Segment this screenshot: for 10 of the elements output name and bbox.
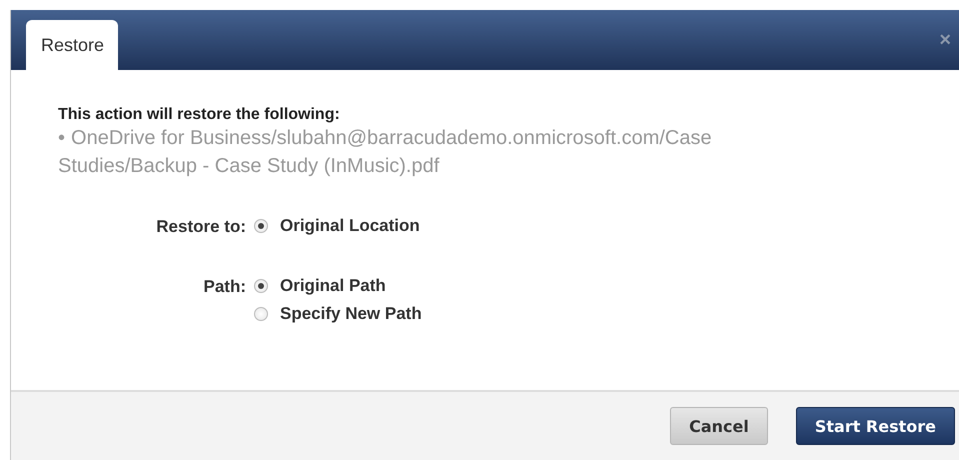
radio-option[interactable]: Specify New Path xyxy=(254,303,959,325)
radio-option[interactable]: Original Location xyxy=(254,215,959,237)
option-label: Restore to: xyxy=(156,216,246,238)
restore-item-path: • OneDrive for Business/slubahn@barracudademo.onmicrosoft.com/Case Studies/Backup - Case Study (InMusic).pdf xyxy=(58,126,713,179)
cancel-button[interactable]: Cancel xyxy=(670,407,768,445)
option-label: Path: xyxy=(204,276,246,298)
summary-heading: This action will restore the following: xyxy=(58,106,341,124)
radio-option[interactable]: Original Path xyxy=(254,275,959,297)
restore-tab[interactable]: Restore xyxy=(26,20,118,70)
start-restore-button[interactable]: Start Restore xyxy=(796,407,955,445)
